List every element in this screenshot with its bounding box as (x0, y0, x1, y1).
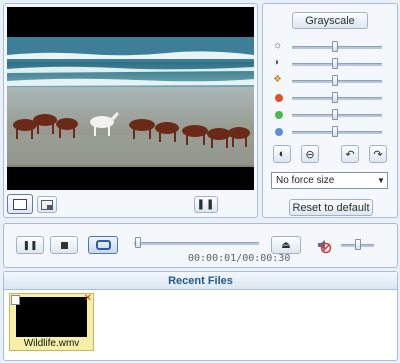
time-current: 00:00:01 (188, 253, 237, 264)
transport-panel: ❚❚ 00:00:01/00:00:30 ⏏ (3, 223, 398, 268)
seek-bar[interactable] (134, 242, 259, 245)
adjust-slider-thumb[interactable] (332, 126, 339, 137)
adjust-slider-row: ❖ (263, 74, 397, 88)
adjustment-sliders: ☼ ◑ ❖ (263, 40, 397, 140)
speaker-muted-icon (318, 240, 332, 254)
color-icon: ❖ (273, 74, 282, 85)
file-thumbnail (16, 297, 87, 337)
mute-button[interactable] (315, 236, 333, 254)
reset-to-default-button[interactable]: Reset to default (289, 199, 373, 216)
video-frame (7, 37, 254, 167)
repeat-button[interactable] (88, 236, 118, 254)
video-viewport[interactable] (7, 7, 254, 190)
recent-files-panel: Recent Files ✕ Wildlife.wmv (3, 271, 398, 361)
eject-button[interactable]: ⏏ (271, 236, 301, 254)
adjust-slider-row: ◑ (263, 57, 397, 71)
rotate-right-button[interactable]: ↷ (369, 145, 387, 163)
force-size-select[interactable]: No force size ▼ (271, 172, 388, 189)
red-channel-icon (275, 94, 283, 102)
pause-icon: ❚❚ (196, 199, 216, 210)
contrast-icon: ◑ (273, 57, 280, 68)
stop-icon (60, 241, 68, 249)
volume-thumb[interactable] (354, 239, 361, 250)
recent-file-item[interactable]: ✕ Wildlife.wmv (9, 293, 94, 351)
flip-horizontal-button[interactable]: ◐ (273, 145, 291, 163)
force-size-value: No force size (276, 175, 335, 186)
adjust-slider-thumb[interactable] (332, 92, 339, 103)
time-display: 00:00:01/00:00:30 (188, 253, 291, 264)
grayscale-button[interactable]: Grayscale (292, 12, 368, 29)
blue-channel-icon (275, 128, 283, 136)
rotate-right-icon: ↷ (373, 148, 383, 161)
seek-thumb[interactable] (134, 237, 141, 248)
file-name: Wildlife.wmv (23, 338, 80, 349)
adjust-slider-row: ☼ (263, 40, 397, 54)
adjust-slider-thumb[interactable] (332, 58, 339, 69)
eject-icon: ⏏ (281, 239, 291, 251)
recent-files-title: Recent Files (168, 274, 233, 287)
rotate-left-icon: ↶ (345, 148, 355, 161)
repeat-icon (95, 240, 111, 250)
window-icon (13, 198, 27, 210)
flip-horizontal-icon: ◐ (278, 148, 286, 160)
adjust-slider-row (263, 91, 397, 105)
pause-button[interactable]: ❚❚ (16, 236, 44, 254)
normal-view-button[interactable] (7, 194, 33, 214)
remove-file-icon[interactable]: ✕ (84, 293, 92, 304)
green-channel-icon (275, 111, 283, 119)
video-pause-button[interactable]: ❚❚ (194, 196, 218, 213)
stop-button[interactable] (50, 236, 78, 254)
adjust-slider-row (263, 125, 397, 139)
recent-files-header: Recent Files (4, 272, 397, 290)
brightness-icon: ☼ (273, 40, 283, 51)
adjust-slider-row (263, 108, 397, 122)
flip-vertical-icon: ⊖ (305, 148, 315, 161)
pip-view-button[interactable] (37, 196, 57, 213)
effects-panel: Grayscale ☼ ◑ ❖ ◐ ⊖ ↶ ↷ No force size ▼ Re… (262, 3, 398, 218)
time-total: 00:00:30 (242, 253, 291, 264)
file-type-icon (11, 295, 20, 305)
rotate-left-button[interactable]: ↶ (341, 145, 359, 163)
video-panel: ❚❚ (3, 3, 258, 218)
adjust-slider-thumb[interactable] (332, 41, 339, 52)
flip-vertical-button[interactable]: ⊖ (301, 145, 319, 163)
adjust-slider-thumb[interactable] (332, 109, 339, 120)
adjust-slider-thumb[interactable] (332, 75, 339, 86)
pause-icon: ❚❚ (22, 239, 38, 250)
picture-in-picture-icon (41, 199, 53, 210)
chevron-down-icon: ▼ (377, 176, 385, 185)
